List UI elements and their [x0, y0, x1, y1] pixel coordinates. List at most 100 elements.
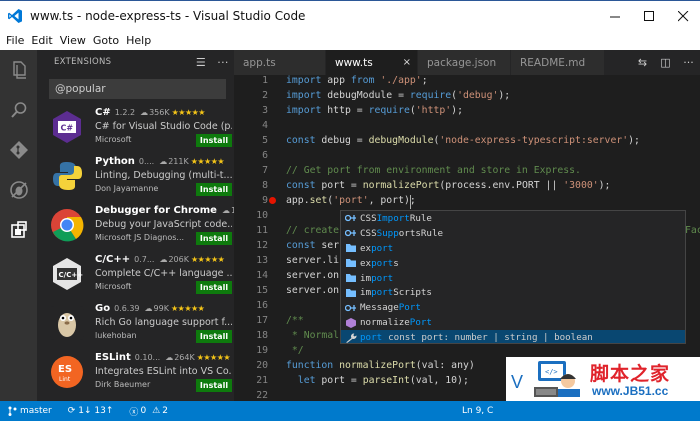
- suggestion-item[interactable]: im port: [341, 271, 685, 286]
- extensions-search-input[interactable]: @popular: [49, 79, 226, 99]
- install-button[interactable]: Install: [196, 183, 232, 196]
- install-button[interactable]: Install: [196, 281, 232, 294]
- code-line: import debugModule = require('debug');: [286, 90, 511, 101]
- extension-publisher: Microsoft: [95, 135, 132, 144]
- menu-view[interactable]: View: [54, 34, 86, 47]
- svg-text:</>: </>: [545, 368, 558, 376]
- extension-item[interactable]: Go 0.6.39 ☁99K ★★★★★ Rich Go language suppor…: [37, 297, 234, 346]
- close-button[interactable]: [666, 1, 700, 31]
- suggestion-item[interactable]: im port Scripts: [341, 285, 685, 300]
- suggestion-text: Scripts: [393, 287, 432, 299]
- open-changes-icon[interactable]: ⇆: [631, 56, 654, 69]
- suggestion-item[interactable]: CSS Supp ortsRule: [341, 226, 685, 241]
- search-icon[interactable]: [0, 90, 37, 130]
- more-icon[interactable]: ···: [677, 56, 700, 69]
- install-button[interactable]: Install: [196, 232, 232, 245]
- line-number: 10: [256, 210, 268, 221]
- suggestion-detail: const port: number | string | boolean: [388, 332, 593, 344]
- split-editor-icon[interactable]: ◫: [654, 56, 677, 69]
- suggestion-mod-icon: [344, 287, 357, 299]
- menu-help[interactable]: Help: [120, 34, 151, 47]
- suggestion-match: Port: [398, 302, 421, 314]
- menu-edit[interactable]: Edit: [25, 34, 52, 47]
- maximize-button[interactable]: [632, 1, 666, 31]
- breakpoint-icon[interactable]: [269, 197, 276, 204]
- suggestion-text: normalize: [360, 317, 410, 329]
- more-actions-icon[interactable]: ···: [212, 56, 234, 69]
- suggestion-text: ex: [360, 242, 372, 254]
- download-icon: ☁: [140, 108, 149, 117]
- menu-goto[interactable]: Goto: [87, 34, 119, 47]
- explorer-icon[interactable]: [0, 50, 37, 90]
- cursor-position[interactable]: Ln 9, C: [462, 406, 493, 416]
- suggestion-ref-icon: [344, 212, 357, 224]
- close-tab-icon[interactable]: ×: [403, 57, 411, 68]
- download-count: 206K: [168, 255, 189, 264]
- line-number: 12: [256, 240, 268, 251]
- download-icon: ☁: [165, 353, 174, 362]
- csharp-logo-icon: C#: [50, 110, 84, 144]
- sync-status[interactable]: ⟳ 1↓ 13↑: [60, 406, 114, 416]
- line-number: 9: [262, 195, 268, 206]
- tab-label: README.md: [520, 56, 586, 69]
- line-number: 1: [262, 75, 268, 86]
- install-button[interactable]: Install: [196, 379, 232, 392]
- extensions-icon[interactable]: [0, 210, 37, 250]
- debug-icon[interactable]: [0, 170, 37, 210]
- suggestion-item[interactable]: normalize Port: [341, 315, 685, 330]
- tab-www-ts[interactable]: www.ts ×: [326, 50, 418, 75]
- suggestion-item[interactable]: Message Port: [341, 300, 685, 315]
- download-count: 99K: [153, 304, 169, 313]
- warning-icon: ⚠: [152, 406, 161, 416]
- error-count: 0: [140, 406, 147, 416]
- line-number: 6: [262, 150, 268, 161]
- tab-package-json[interactable]: package.json: [418, 50, 511, 75]
- suggestion-cls-icon: [344, 317, 357, 329]
- watermark-letter: V: [511, 372, 524, 392]
- extension-publisher: lukehoban: [95, 331, 137, 340]
- suggestion-text: ex: [360, 257, 372, 269]
- suggestion-item[interactable]: ex port: [341, 241, 685, 256]
- extension-item[interactable]: C/C++ C/C++ 0.7... ☁206K ★★★★★ Complete C/C++…: [37, 248, 234, 297]
- extension-item[interactable]: C# C# 1.2.2 ☁356K ★★★★★ C# for Visual Studio …: [37, 101, 234, 150]
- tab-app-ts[interactable]: app.ts: [234, 50, 326, 75]
- install-button[interactable]: Install: [196, 134, 232, 147]
- extension-description: Integrates ESLint into VS Co...: [95, 366, 232, 377]
- suggestion-item[interactable]: CSS Import Rule: [341, 211, 685, 226]
- suggestion-match: Import: [376, 212, 410, 224]
- extension-publisher: Dirk Baeumer: [95, 380, 151, 389]
- extension-description: Linting, Debugging (multi-t...: [95, 170, 232, 181]
- suggestion-text: s: [393, 257, 399, 269]
- extension-name: Go 0.6.39 ☁99K ★★★★★: [95, 303, 205, 314]
- menu-file[interactable]: File: [0, 34, 24, 47]
- watermark: V </> 脚本之家 www.JB51.cc: [506, 357, 700, 401]
- suggestion-text: ortsRule: [398, 227, 444, 239]
- extension-name: C# 1.2.2 ☁356K ★★★★★: [95, 107, 205, 118]
- line-number: 8: [262, 180, 268, 191]
- download-icon: ☁: [159, 255, 168, 264]
- extensions-sidebar: EXTENSIONS ☰ ··· @popular C# C# 1.2.2 ☁356K…: [37, 50, 234, 401]
- git-icon[interactable]: [0, 130, 37, 170]
- branch-status[interactable]: master: [8, 406, 52, 416]
- suggestion-item[interactable]: port const port: number | string | boolea…: [341, 330, 685, 344]
- code-line: function normalizePort(val: any): [286, 360, 475, 371]
- tab-readme-md[interactable]: README.md: [511, 50, 605, 75]
- sync-counts: 1↓ 13↑: [78, 406, 114, 416]
- download-count: 264K: [174, 353, 195, 362]
- problems-status[interactable]: ⓧ 0 ⚠ 2: [121, 405, 168, 418]
- suggestion-item[interactable]: ex port s: [341, 256, 685, 271]
- code-line: // create: [286, 225, 340, 236]
- svg-text:C/C++: C/C++: [59, 271, 84, 279]
- extension-item[interactable]: ES Lint ESLint 0.10... ☁264K ★★★★★ Integrates …: [37, 346, 234, 395]
- cpp-logo-icon: C/C++: [50, 257, 84, 291]
- minimize-button[interactable]: [598, 1, 632, 31]
- developer-mascot-icon: </>: [534, 361, 580, 397]
- extension-item[interactable]: Debugger for Chrome☁148 Debug your JavaSc…: [37, 199, 234, 248]
- clear-extensions-icon[interactable]: ☰: [190, 56, 212, 69]
- line-number: 22: [256, 390, 268, 401]
- autocomplete-suggest-widget: CSS Import Rule CSS Supp ortsRule ex port ex port…: [340, 210, 686, 344]
- install-button[interactable]: Install: [196, 330, 232, 343]
- extension-version: 0.7...: [134, 255, 155, 264]
- branch-name: master: [20, 406, 52, 416]
- extension-item[interactable]: Python 0.... ☁211K ★★★★★ Linting, Debugging …: [37, 150, 234, 199]
